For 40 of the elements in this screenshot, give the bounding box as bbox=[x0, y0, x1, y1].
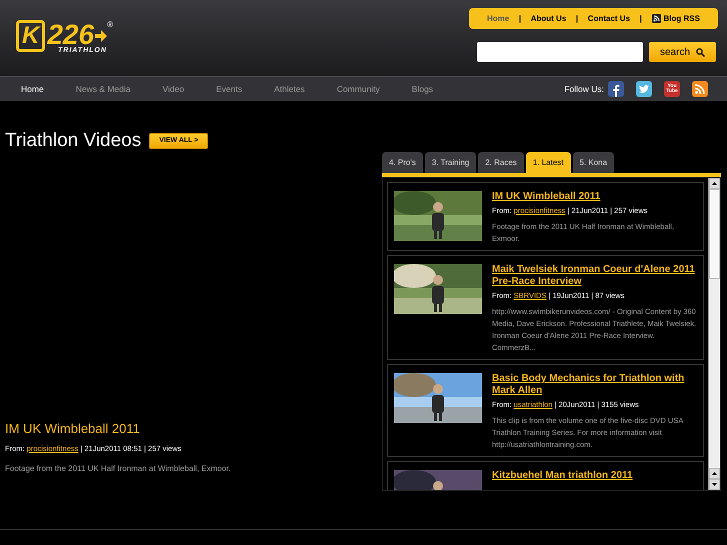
section-title: Triathlon Videos bbox=[5, 129, 142, 153]
nav-link[interactable]: News & Media bbox=[76, 82, 130, 96]
nav-link[interactable]: Athletes bbox=[274, 82, 305, 96]
video-card[interactable]: Kitzbuehel Man triathlon 2011 bbox=[387, 461, 704, 490]
follow-label: Follow Us: bbox=[564, 82, 604, 96]
separator: | bbox=[576, 12, 578, 24]
scrollbar[interactable] bbox=[708, 178, 720, 490]
video-card[interactable] bbox=[387, 364, 704, 457]
video-title[interactable]: Kitzbuehel Man triathlon 2011 bbox=[492, 470, 697, 482]
video-card[interactable] bbox=[387, 255, 704, 360]
video-title[interactable]: Maik Twelsiek Ironman Coeur d'Alene 2011 Pre-Race Interview bbox=[492, 264, 697, 288]
arrow-icon bbox=[95, 30, 108, 42]
top-link[interactable]: Home bbox=[487, 12, 510, 24]
nav-link[interactable]: Community bbox=[336, 82, 380, 96]
top-link[interactable]: Contact Us bbox=[588, 12, 630, 24]
tab[interactable]: 2. Races bbox=[478, 152, 524, 173]
tab[interactable]: 3. Training bbox=[424, 152, 476, 173]
nav-link[interactable]: Blogs bbox=[412, 82, 434, 96]
search-field[interactable] bbox=[476, 42, 643, 62]
video-title[interactable]: IM UK Wimbleball 2011 bbox=[5, 418, 382, 438]
rss-icon[interactable] bbox=[692, 81, 708, 97]
tab[interactable]: 5. Kona bbox=[572, 152, 614, 173]
tab[interactable]: 1. Latest bbox=[526, 152, 570, 173]
video-title[interactable]: Basic Body Mechanics for Triathlon with Mark Allen bbox=[492, 373, 697, 397]
separator: | bbox=[518, 12, 522, 24]
search-icon bbox=[696, 48, 705, 56]
video-title[interactable]: IM UK Wimbleball 2011 bbox=[492, 191, 697, 203]
rss-icon bbox=[652, 14, 661, 23]
scroll-thumb[interactable] bbox=[709, 189, 720, 279]
top-link[interactable]: Blog RSS bbox=[652, 12, 700, 24]
tab[interactable]: 4. Pro's bbox=[382, 152, 423, 173]
bird-icon[interactable] bbox=[636, 81, 652, 97]
top-link[interactable]: About Us bbox=[530, 12, 566, 24]
search-button[interactable]: search bbox=[648, 42, 716, 62]
nav-link[interactable]: Home bbox=[21, 82, 44, 96]
nav-link[interactable]: Video bbox=[162, 82, 184, 96]
separator: | bbox=[640, 12, 642, 24]
facebook-icon[interactable] bbox=[608, 81, 624, 97]
video-description: Footage from the 2011 UK Half Ironman at Wimbleball, Exmoor. bbox=[5, 463, 232, 476]
nav-link[interactable]: Events bbox=[216, 82, 242, 96]
